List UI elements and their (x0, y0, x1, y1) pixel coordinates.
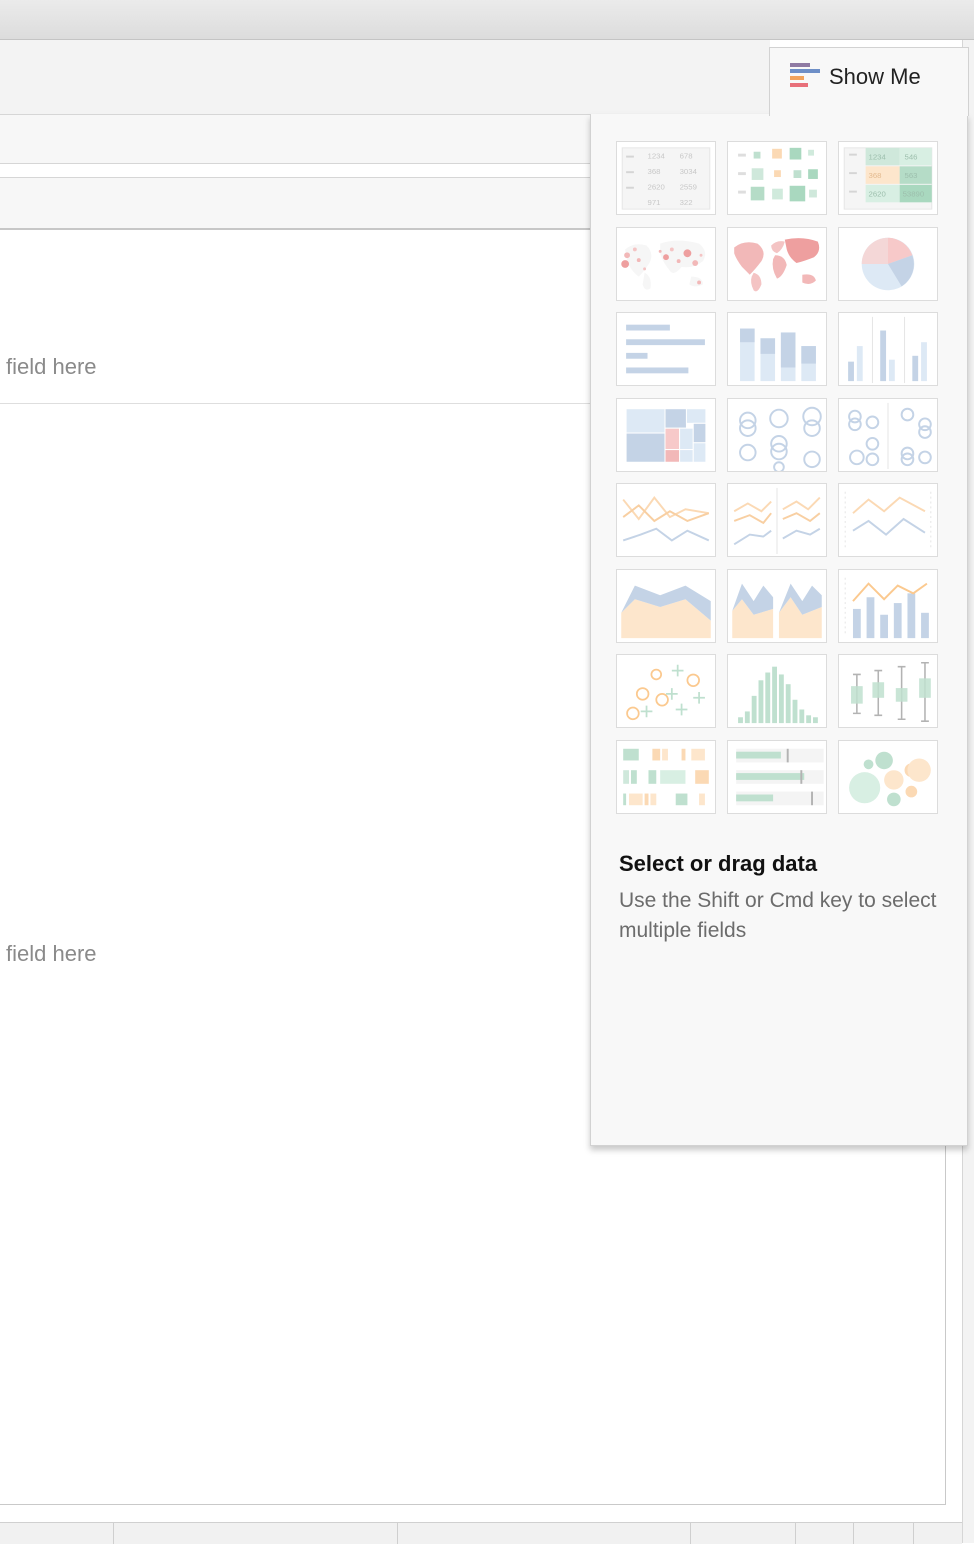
show-me-hint-title: Select or drag data (619, 851, 818, 876)
lines-discrete-icon (733, 487, 821, 555)
ht-num-6: 53890 (903, 189, 925, 198)
rows-shelf[interactable] (0, 177, 590, 230)
chart-symbol-map[interactable] (616, 227, 716, 301)
treemap-icon (625, 408, 707, 463)
chart-side-by-side-bars[interactable] (838, 312, 938, 386)
tt-num-1: 1234 (648, 152, 666, 161)
chart-circle-views[interactable] (727, 398, 827, 472)
tt-num-2: 678 (680, 152, 693, 161)
bullet-graphs-icon (736, 748, 824, 806)
show-me-label: Show Me (829, 64, 921, 89)
chart-lines-discrete[interactable] (727, 483, 827, 557)
horizontal-bars-icon (626, 324, 705, 374)
chart-bullet-graphs[interactable] (727, 740, 827, 814)
highlight-table-icon: 1234 546 368 563 2620 53890 (843, 147, 933, 210)
chart-packed-bubbles[interactable] (838, 740, 938, 814)
drop-field-hint-top: field here (6, 354, 97, 379)
tt-num-7: 971 (648, 198, 661, 207)
packed-bubbles-icon (849, 751, 931, 807)
filled-map-icon (734, 238, 820, 292)
chart-area-continuous[interactable] (616, 569, 716, 643)
chart-pie[interactable] (838, 227, 938, 301)
chart-horizontal-bars[interactable] (616, 312, 716, 386)
ht-num-5: 2620 (869, 189, 887, 198)
area-continuous-icon (621, 585, 711, 639)
pie-chart-icon (861, 237, 915, 291)
stacked-bars-icon (740, 328, 816, 382)
show-me-tab[interactable]: Show Me (769, 47, 969, 116)
scatter-plots-icon (626, 664, 705, 721)
show-me-hint-body: Use the Shift or Cmd key to select multi… (619, 889, 937, 942)
chart-box-whisker[interactable] (838, 654, 938, 728)
dual-combination-icon (844, 577, 929, 639)
columns-shelf[interactable] (0, 115, 590, 164)
status-bar (0, 1522, 962, 1544)
lines-continuous-icon (622, 496, 710, 542)
tt-num-8: 322 (680, 198, 693, 207)
chart-scatter-plots[interactable] (616, 654, 716, 728)
heat-map-icon (738, 147, 818, 202)
symbol-map-icon (621, 240, 706, 290)
chart-highlight-table[interactable]: 1234 546 368 563 2620 53890 (838, 141, 938, 215)
ht-num-2: 546 (905, 153, 918, 162)
shelf-gap (0, 164, 590, 177)
toolbar-band (0, 40, 770, 115)
chart-heat-map[interactable] (727, 141, 827, 215)
histogram-icon (738, 666, 818, 724)
ht-num-4: 563 (905, 171, 918, 180)
show-me-panel: 1234 678 368 3034 2620 2559 971 322 1234… (590, 114, 968, 1146)
show-me-bars-icon (790, 63, 820, 91)
chart-filled-map[interactable] (727, 227, 827, 301)
chart-dual-lines[interactable] (838, 483, 938, 557)
tt-num-5: 2620 (648, 183, 666, 192)
ht-num-3: 368 (869, 171, 882, 180)
gantt-chart-icon (623, 748, 709, 806)
tt-num-4: 3034 (680, 167, 698, 176)
circle-views-icon (739, 406, 822, 471)
side-by-side-circles-icon (848, 402, 932, 470)
tt-num-6: 2559 (680, 183, 697, 192)
side-by-side-bars-icon (848, 316, 927, 384)
window-title-bar (0, 0, 974, 40)
chart-histogram[interactable] (727, 654, 827, 728)
dual-lines-icon (844, 491, 932, 551)
chart-side-by-side-circles[interactable] (838, 398, 938, 472)
chart-gantt[interactable] (616, 740, 716, 814)
chart-treemap[interactable] (616, 398, 716, 472)
chart-stacked-bars[interactable] (727, 312, 827, 386)
chart-lines-continuous[interactable] (616, 483, 716, 557)
box-whisker-icon (851, 662, 931, 722)
tt-num-3: 368 (648, 167, 661, 176)
chart-area-discrete[interactable] (727, 569, 827, 643)
drop-field-hint-bottom: field here (6, 941, 97, 966)
ht-num-1: 1234 (869, 153, 887, 162)
chart-text-table[interactable]: 1234 678 368 3034 2620 2559 971 322 (616, 141, 716, 215)
area-discrete-icon (732, 583, 822, 639)
text-table-icon: 1234 678 368 3034 2620 2559 971 322 (621, 147, 711, 210)
chart-dual-combination[interactable] (838, 569, 938, 643)
